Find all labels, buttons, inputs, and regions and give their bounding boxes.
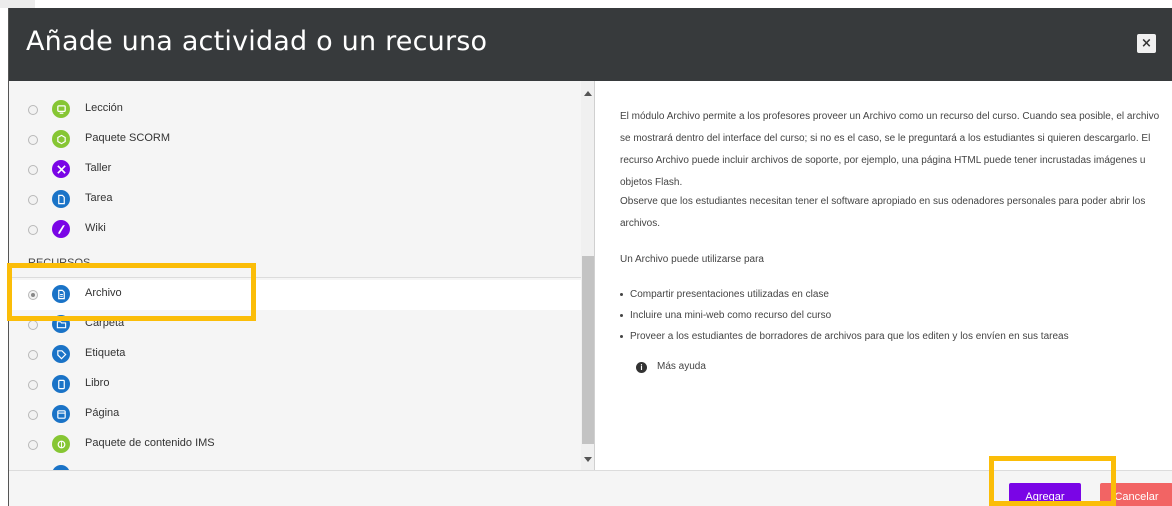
uses-list: Compartir presentaciones utilizadas en c… [620,284,1165,347]
close-icon[interactable]: × [1137,34,1156,53]
workshop-icon [52,160,70,178]
list-item-tarea[interactable]: Tarea [9,185,581,215]
item-label: Etiqueta [85,347,126,359]
description-uses-intro: Un Archivo puede utilizarse para [620,254,764,265]
assignment-icon [52,190,70,208]
list-item: Proveer a los estudiantes de borradores … [620,326,1165,347]
item-label: Libro [85,377,110,389]
add-activity-dialog: Añade una actividad o un recurso × Lecci… [8,8,1172,506]
list-item: Incluire una mini-web como recurso del c… [620,305,1165,326]
scrollbar-thumb[interactable] [582,256,594,444]
item-label: Taller [85,162,112,174]
radio-button[interactable] [28,225,38,235]
scroll-up-arrow-icon[interactable] [584,91,592,96]
radio-button[interactable] [28,320,38,330]
radio-button[interactable] [28,440,38,450]
list-item-ims[interactable]: Paquete de contenido IMS [9,430,581,460]
radio-button[interactable] [28,380,38,390]
highlight-box-archivo [7,263,256,321]
background-strip [0,0,1172,8]
list-scrollbar[interactable] [581,81,594,470]
module-description-panel: El módulo Archivo permite a los profesor… [596,81,1172,470]
item-label: Tarea [85,192,113,204]
radio-button[interactable] [28,410,38,420]
list-item-scorm[interactable]: Paquete SCORM [9,125,581,155]
list-item-pagina[interactable]: Página [9,400,581,430]
radio-button[interactable] [28,135,38,145]
wiki-icon [52,220,70,238]
list-item-wiki[interactable]: Wiki [9,215,581,245]
book-icon [52,375,70,393]
radio-button[interactable] [28,165,38,175]
more-help-label[interactable]: Más ayuda [657,361,706,372]
list-item-partial[interactable] [9,460,581,470]
lesson-icon [52,100,70,118]
item-label: Paquete SCORM [85,132,170,144]
radio-button[interactable] [28,105,38,115]
list-item-libro[interactable]: Libro [9,370,581,400]
info-icon: i [636,362,647,373]
list-item-leccion[interactable]: Lección [9,95,581,125]
item-label: Lección [85,102,123,114]
highlight-box-agregar [989,456,1116,506]
item-label: Wiki [85,222,106,234]
description-note: Observe que los estudiantes necesitan te… [620,196,1146,229]
radio-button[interactable] [28,195,38,205]
label-icon [52,345,70,363]
item-label: Página [85,407,120,419]
dialog-header: Añade una actividad o un recurso × [9,8,1172,81]
scorm-package-icon [52,130,70,148]
scroll-down-arrow-icon[interactable] [584,457,592,462]
dialog-title: Añade una actividad o un recurso [26,26,488,57]
list-item-etiqueta[interactable]: Etiqueta [9,340,581,370]
item-label: Paquete de contenido IMS [85,437,215,449]
ims-package-icon [52,435,70,453]
page-icon [52,405,70,423]
list-item-taller[interactable]: Taller [9,155,581,185]
description-paragraph: El módulo Archivo permite a los profesor… [620,111,1160,188]
list-item: Compartir presentaciones utilizadas en c… [620,284,1165,305]
radio-button[interactable] [28,350,38,360]
